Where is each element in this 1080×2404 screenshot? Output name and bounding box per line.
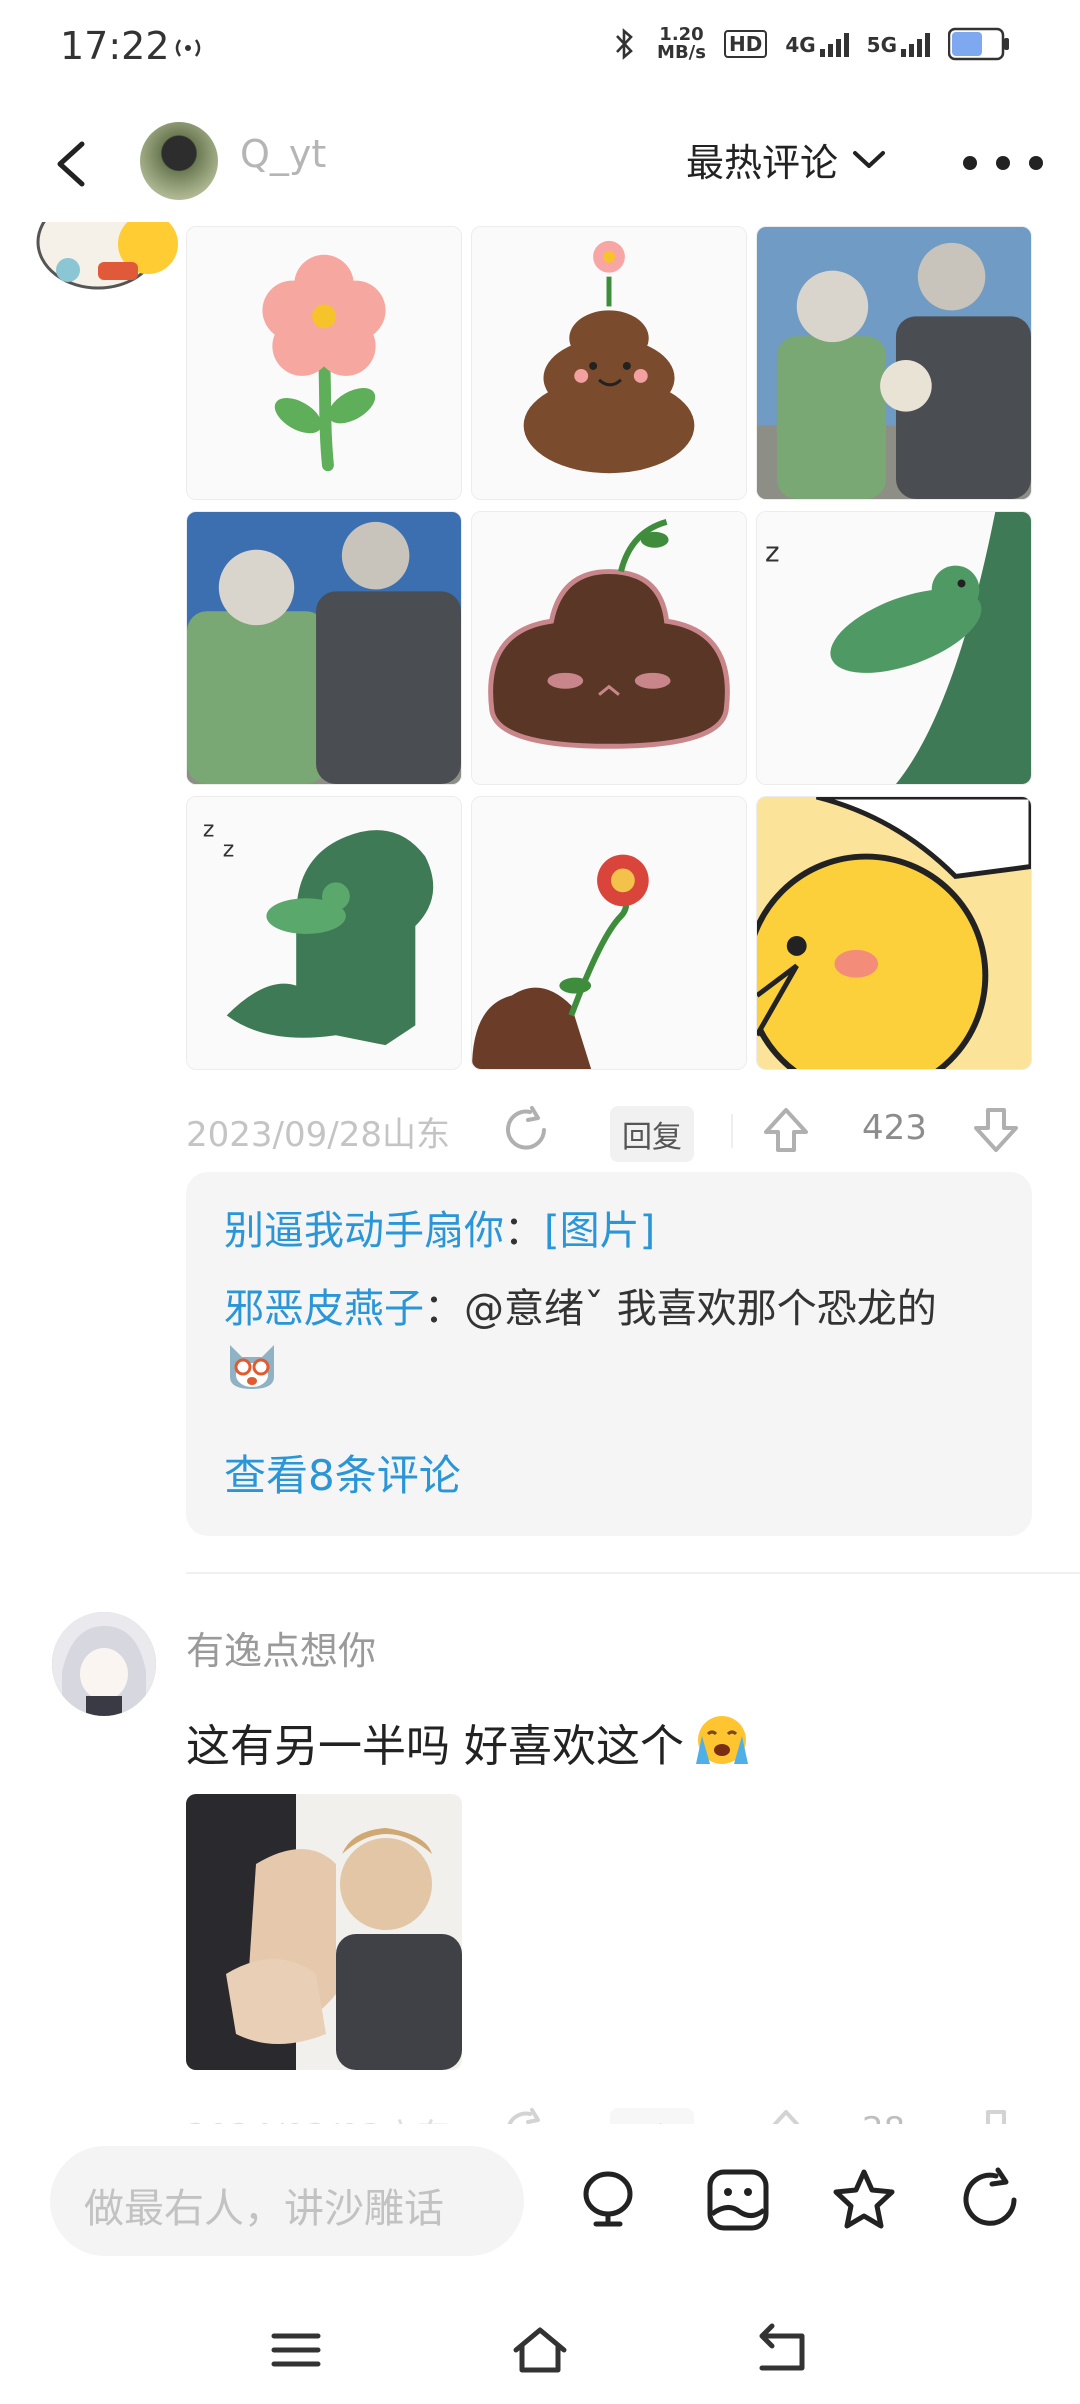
more-options-icon[interactable] <box>958 138 1068 188</box>
flower-sticker <box>187 227 461 499</box>
author-avatar[interactable] <box>140 122 218 200</box>
image-yellow-chick[interactable] <box>756 796 1032 1070</box>
voice-icon[interactable] <box>574 2166 642 2234</box>
status-bar: 17:22 1.20 MB/s HD 4G 5G <box>0 0 1080 96</box>
comment-date-location: 2023/09/28山东 <box>186 1114 450 1155</box>
illustration-image <box>186 1794 462 2070</box>
commenter-avatar[interactable] <box>28 222 178 290</box>
chevron-down-icon <box>853 150 886 168</box>
image-flower-poop[interactable] <box>471 796 747 1070</box>
reply-button[interactable]: 回复 <box>610 1106 694 1162</box>
svg-text:z: z <box>765 536 780 569</box>
image-poop-flower[interactable] <box>471 226 747 500</box>
share-icon[interactable] <box>500 1104 552 1156</box>
net-speed: 1.20 MB/s <box>657 24 706 63</box>
cat-emoji-icon <box>230 1345 274 1389</box>
reply-separator: ： <box>504 1208 544 1254</box>
yellow-chick-sticker <box>757 797 1031 1069</box>
comment-separator <box>186 1572 1080 1574</box>
svg-text:z: z <box>203 818 214 843</box>
crying-emoji-icon <box>696 1716 748 1764</box>
status-time: 17:22 <box>60 24 170 68</box>
anime-avatar-image <box>52 1612 156 1716</box>
sort-label: 最热评论 <box>686 141 839 185</box>
reply-username[interactable]: 别逼我动手扇你 <box>224 1208 504 1254</box>
dinosaur-sticker: z <box>757 512 1031 784</box>
share-icon[interactable] <box>956 2166 1024 2234</box>
signal-bars-icon <box>819 33 849 57</box>
view-more-replies-link[interactable]: 查看8条评论 <box>224 1442 461 1503</box>
upvote-icon[interactable] <box>760 1104 812 1156</box>
reply-item[interactable]: 邪恶皮燕子：@意绪ˇ 我喜欢那个恐龙的 <box>224 1282 994 1393</box>
author-nickname[interactable]: Q_yt <box>240 132 326 176</box>
meta-divider <box>731 1114 733 1148</box>
back-icon[interactable] <box>44 132 104 196</box>
elderly-couple-photo <box>187 512 461 784</box>
reply-image-link[interactable]: [图片] <box>544 1208 655 1254</box>
star-icon[interactable] <box>830 2166 898 2234</box>
battery-icon <box>948 27 1009 61</box>
flower-poop-sticker <box>472 797 746 1069</box>
signal-4g: 4G <box>785 31 849 57</box>
image-dinosaur-climb[interactable]: z <box>756 511 1032 785</box>
hotspot-icon <box>175 39 201 57</box>
downvote-icon[interactable] <box>970 1104 1022 1156</box>
elderly-couple-photo <box>757 227 1031 499</box>
top-bar: Q_yt 最热评论 <box>0 110 1080 220</box>
image-picker-icon[interactable] <box>704 2166 772 2234</box>
signal-5g: 5G <box>867 31 930 57</box>
comment-body: 这有另一半吗 好喜欢这个 <box>186 1721 684 1772</box>
comment-image[interactable] <box>186 1794 462 2070</box>
hd-badge: HD <box>723 30 768 58</box>
reply-separator: ： <box>424 1286 464 1332</box>
sticker-avatar-image <box>36 222 178 290</box>
bluetooth-icon <box>616 28 633 60</box>
system-nav-bar <box>0 2300 1080 2404</box>
image-flower[interactable] <box>186 226 462 500</box>
comment-meta-row: 2023/09/28山东 回复 423 <box>186 1096 1032 1166</box>
reply-preview-box[interactable]: 别逼我动手扇你：[图片] 邪恶皮燕子：@意绪ˇ 我喜欢那个恐龙的 查看8条评论 <box>186 1172 1032 1536</box>
poop-blush-sticker <box>472 512 746 784</box>
comment-input-bar: 做最右人，讲沙雕话 <box>0 2124 1080 2304</box>
svg-text:z: z <box>223 838 234 863</box>
back-nav-icon[interactable] <box>752 2320 812 2380</box>
home-icon[interactable] <box>510 2320 570 2380</box>
poop-sticker <box>472 227 746 499</box>
comment-input[interactable]: 做最右人，讲沙雕话 <box>50 2146 524 2256</box>
sort-dropdown[interactable]: 最热评论 <box>686 132 886 187</box>
status-right-group: 1.20 MB/s HD 4G 5G <box>611 26 1010 62</box>
menu-icon[interactable] <box>266 2320 326 2380</box>
like-count: 423 <box>862 1108 927 1148</box>
comment-text: 这有另一半吗 好喜欢这个 <box>186 1710 754 1774</box>
image-elderly-couple-2[interactable] <box>186 511 462 785</box>
reply-text: @意绪ˇ 我喜欢那个恐龙的 <box>464 1286 937 1332</box>
image-poop-blush[interactable] <box>471 511 747 785</box>
reply-item[interactable]: 别逼我动手扇你：[图片] <box>224 1204 994 1258</box>
image-dinosaur-sleep[interactable]: z z <box>186 796 462 1070</box>
commenter-avatar[interactable] <box>52 1612 156 1716</box>
reply-username[interactable]: 邪恶皮燕子 <box>224 1286 424 1332</box>
commenter-username[interactable]: 有逸点想你 <box>186 1620 376 1675</box>
image-elderly-couple[interactable] <box>756 226 1032 500</box>
dinosaur-sleep-sticker: z z <box>187 797 461 1069</box>
signal-bars-icon <box>901 33 930 57</box>
